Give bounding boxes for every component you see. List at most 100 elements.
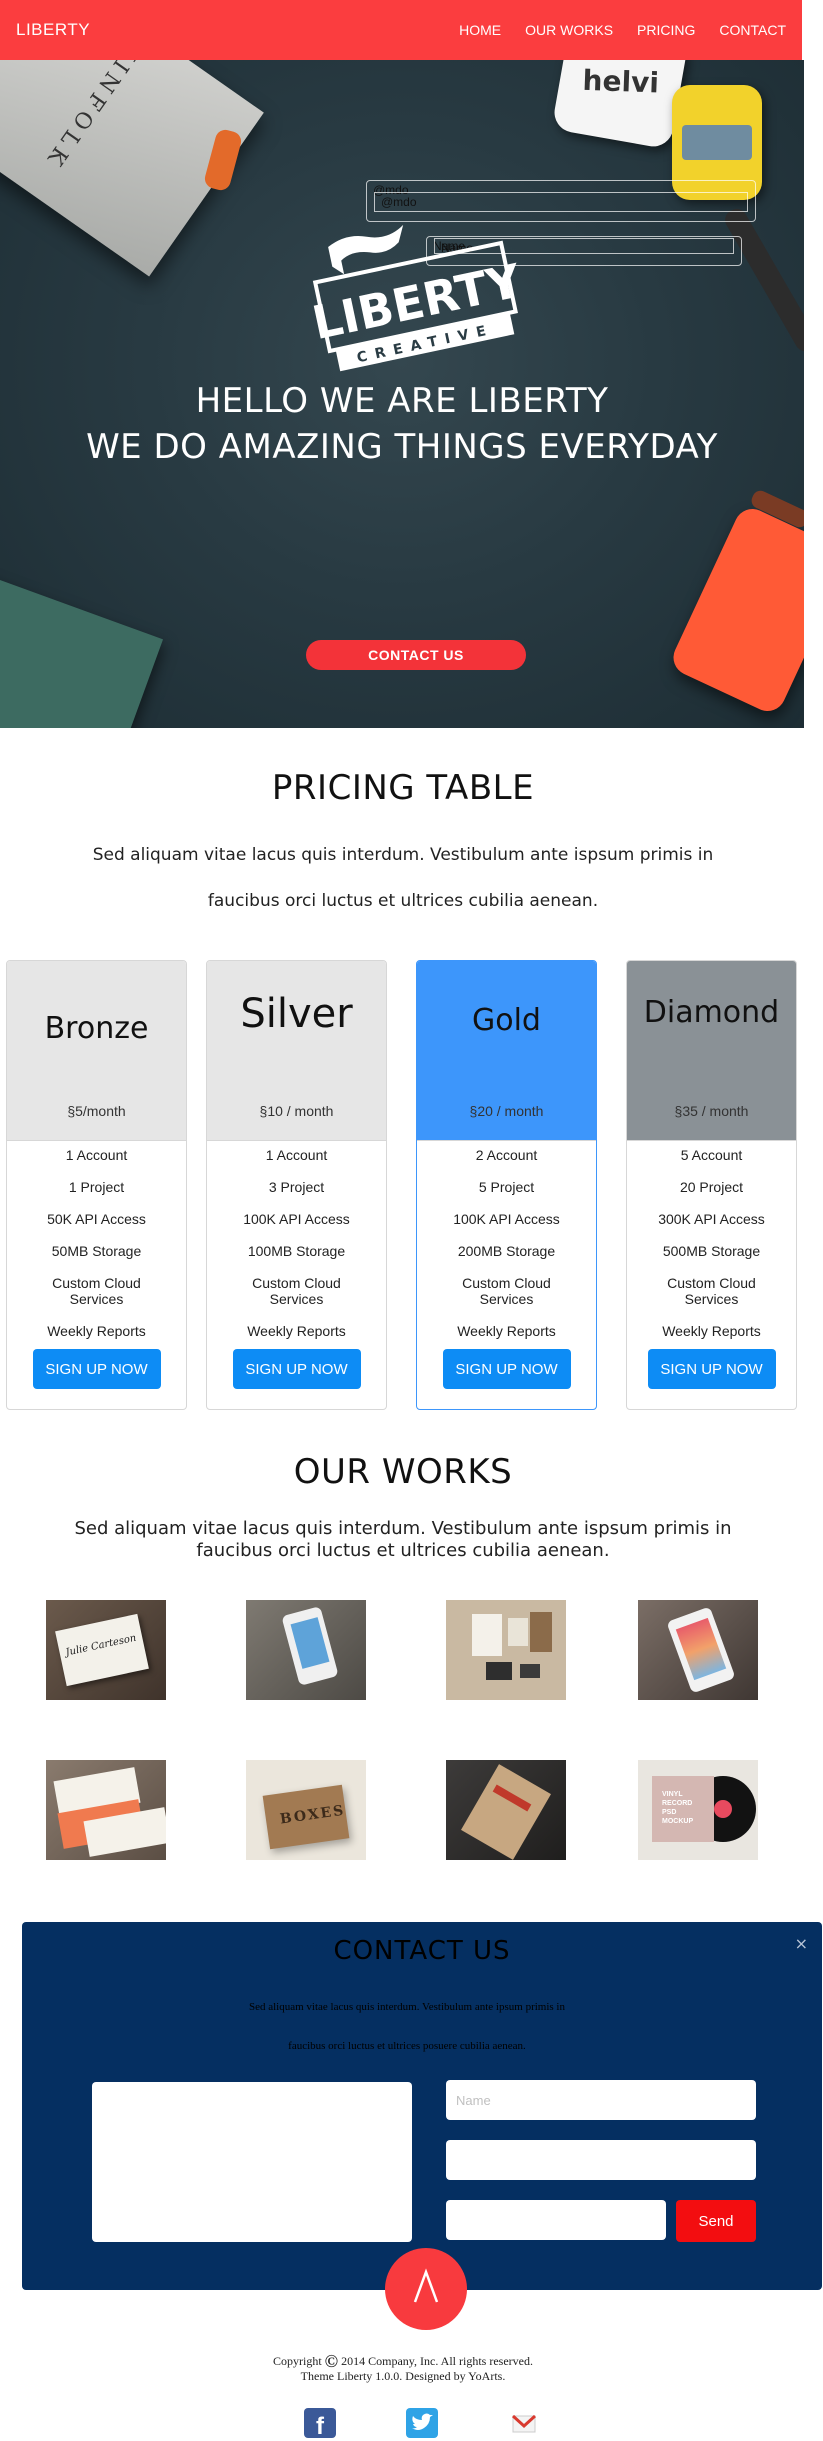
arrow-up-icon	[413, 2268, 439, 2303]
feature-item: 100MB Storage	[247, 1243, 346, 1259]
feature-item: 2 Account	[475, 1147, 538, 1163]
contact-desc-line2: faucibus orci luctus et ultrices posuere…	[288, 2040, 526, 2052]
feature-item: 200MB Storage	[457, 1243, 556, 1259]
hero-heading-line1: HELLO WE ARE LIBERTY	[195, 381, 609, 421]
facebook-icon[interactable]: f	[304, 2408, 336, 2438]
name-field[interactable]: Name	[446, 2080, 756, 2120]
feature-item: Custom Cloud Services	[462, 1275, 551, 1307]
card-header: Diamond §35 / month	[627, 961, 796, 1141]
hero-section: KINFOLK helvi @mdo @mdo Name Name LIBERT…	[0, 60, 804, 728]
feature-item: 1 Account	[265, 1147, 328, 1163]
work-thumbnail-tag[interactable]	[446, 1760, 566, 1860]
scroll-top-button[interactable]	[385, 2248, 467, 2330]
plan-features: 1 Account 3 Project 100K API Access 100M…	[207, 1141, 386, 1339]
pricing-title: PRICING TABLE	[271, 768, 535, 808]
feature-item: 5 Account	[680, 1147, 743, 1163]
sign-up-button[interactable]: SIGN UP NOW	[232, 1349, 361, 1389]
footer-copyright: Copyright © 2014 Company, Inc. All right…	[0, 2351, 806, 2384]
send-button[interactable]: Send	[676, 2200, 756, 2242]
card-header: Bronze §5/month	[7, 961, 186, 1141]
feature-item: 50K API Access	[47, 1211, 146, 1227]
pricing-desc-line2: faucibus orci luctus et ultrices cubilia…	[207, 891, 599, 911]
works-desc-line1: Sed aliquam vitae lacus quis interdum. V…	[74, 1518, 732, 1539]
work-thumbnail-app-phone[interactable]	[638, 1600, 758, 1700]
card-header: Silver §10 / month	[207, 961, 386, 1141]
plan-price: §5/month	[67, 1103, 126, 1119]
gmail-icon[interactable]	[508, 2408, 540, 2438]
email-field[interactable]	[446, 2140, 756, 2180]
work-thumbnail-phone-hand[interactable]	[246, 1600, 366, 1700]
plan-features: 5 Account 20 Project 300K API Access 500…	[627, 1141, 796, 1339]
pricing-card-gold: Gold §20 / month 2 Account 5 Project 100…	[416, 960, 597, 1410]
svg-text:f: f	[316, 2413, 325, 2438]
work-thumbnail-cards-stack[interactable]	[46, 1760, 166, 1860]
work-vinyl-text: VINYL RECORD PSD MOCKUP	[662, 1791, 694, 1825]
work-thumbnail-stationery[interactable]	[446, 1600, 566, 1700]
nav-home[interactable]: HOME	[459, 22, 501, 38]
hero-notebook-image	[0, 570, 164, 728]
plan-price: §10 / month	[259, 1103, 334, 1119]
copyright-label: Copyright	[273, 2354, 322, 2368]
contact-description: Sed aliquam vitae lacus quis interdum. V…	[192, 1988, 622, 2066]
feature-item: Custom Cloud Services	[252, 1275, 341, 1307]
nav-contact[interactable]: CONTACT	[719, 22, 786, 38]
nav-our-works[interactable]: OUR WORKS	[525, 22, 613, 38]
pricing-card-silver: Silver §10 / month 1 Account 3 Project 1…	[206, 960, 387, 1410]
overlay-email-field-inner[interactable]: @mdo	[374, 192, 748, 212]
plan-features: 2 Account 5 Project 100K API Access 200M…	[417, 1141, 596, 1339]
feature-item: 100K API Access	[453, 1211, 560, 1227]
plan-features: 1 Account 1 Project 50K API Access 50MB …	[7, 1141, 186, 1339]
contact-section: CONTACT US × Sed aliquam vitae lacus qui…	[22, 1922, 822, 2290]
nav-links: HOME OUR WORKS PRICING CONTACT	[459, 22, 786, 38]
hero-heading: HELLO WE ARE LIBERTY WE DO AMAZING THING…	[0, 378, 804, 470]
feature-item: 300K API Access	[658, 1211, 765, 1227]
message-textarea[interactable]	[92, 2082, 412, 2242]
works-description: Sed aliquam vitae lacus quis interdum. V…	[60, 1518, 746, 1562]
feature-item: Weekly Reports	[457, 1323, 556, 1339]
hero-phone-image	[667, 503, 804, 717]
hero-cup-image: helvi	[551, 60, 689, 150]
contact-desc-line1: Sed aliquam vitae lacus quis interdum. V…	[248, 2001, 565, 2013]
pricing-card-diamond: Diamond §35 / month 5 Account 20 Project…	[626, 960, 797, 1410]
feature-item: Weekly Reports	[662, 1323, 761, 1339]
pricing-description: Sed aliquam vitae lacus quis interdum. V…	[60, 832, 746, 924]
copyright-icon: ©	[324, 2351, 339, 2371]
feature-item: 50MB Storage	[51, 1243, 142, 1259]
feature-item: 1 Account	[65, 1147, 128, 1163]
feature-item: 20 Project	[679, 1179, 744, 1195]
work-thumbnail-vinyl[interactable]: VINYL RECORD PSD MOCKUP	[638, 1760, 758, 1860]
plan-price: §20 / month	[469, 1103, 544, 1119]
feature-item: Custom Cloud Services	[52, 1275, 141, 1307]
contact-title: CONTACT US	[333, 1936, 511, 1966]
feature-item: Weekly Reports	[247, 1323, 346, 1339]
brand-logo[interactable]: LIBERTY	[16, 20, 90, 40]
feature-item: 100K API Access	[243, 1211, 350, 1227]
contact-us-button[interactable]: CONTACT US	[306, 640, 526, 670]
work-thumbnail-wooden-box[interactable]: BOXES	[246, 1760, 366, 1860]
feature-item: Weekly Reports	[47, 1323, 146, 1339]
twitter-icon[interactable]	[406, 2408, 438, 2438]
sign-up-button[interactable]: SIGN UP NOW	[32, 1349, 161, 1389]
pricing-card-bronze: Bronze §5/month 1 Account 1 Project 50K …	[6, 960, 187, 1410]
navbar: LIBERTY HOME OUR WORKS PRICING CONTACT	[0, 0, 802, 60]
copyright-text: 2014 Company, Inc. All rights reserved.	[338, 2354, 533, 2368]
work-card-text: Julie Carteson	[64, 1632, 138, 1659]
card-header: Gold §20 / month	[417, 961, 596, 1141]
close-icon[interactable]: ×	[795, 1934, 808, 1953]
liberty-creative-logo: LIBERTY CREATIVE	[308, 224, 526, 372]
nav-pricing[interactable]: PRICING	[637, 22, 695, 38]
hero-knife-image	[721, 205, 804, 355]
plan-name: Bronze	[44, 1011, 149, 1046]
jar-label	[682, 125, 752, 160]
sign-up-button[interactable]: SIGN UP NOW	[442, 1349, 571, 1389]
sign-up-button[interactable]: SIGN UP NOW	[647, 1349, 776, 1389]
feature-item: 5 Project	[478, 1179, 535, 1195]
feature-item: Custom Cloud Services	[667, 1275, 756, 1307]
hero-heading-line2: WE DO AMAZING THINGS EVERYDAY	[86, 427, 718, 467]
works-title: OUR WORKS	[293, 1452, 513, 1492]
work-box-text: BOXES	[279, 1802, 347, 1828]
subject-field[interactable]	[446, 2200, 666, 2240]
feature-item: 3 Project	[268, 1179, 325, 1195]
cup-text: helvi	[582, 63, 660, 100]
work-thumbnail-business-card[interactable]: Julie Carteson	[46, 1600, 166, 1700]
